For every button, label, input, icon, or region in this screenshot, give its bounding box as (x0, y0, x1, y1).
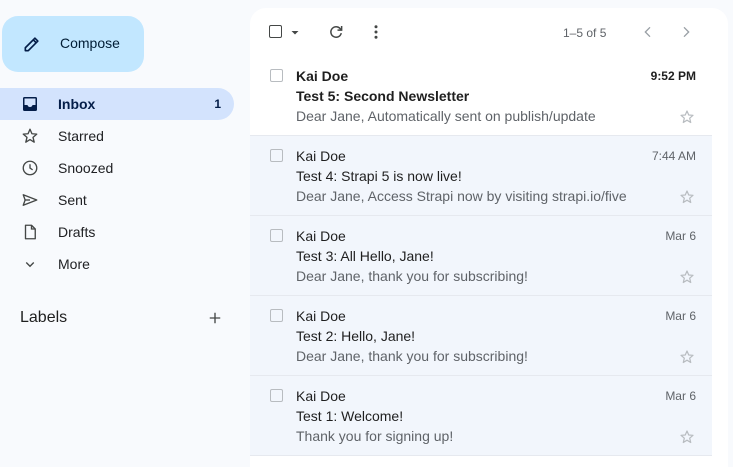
inbox-icon (23, 97, 37, 111)
snippet: Dear Jane, thank you for subscribing! (296, 268, 528, 284)
sender: Kai Doe (296, 228, 346, 244)
pencil-icon (24, 37, 39, 52)
snippet: Dear Jane, Access Strapi now by visiting… (296, 188, 627, 204)
date: Mar 6 (665, 389, 696, 403)
send-icon (22, 194, 38, 206)
sidebar-item-inbox[interactable]: Inbox 1 (0, 88, 234, 120)
message-row[interactable]: Kai Doe Mar 6 Test 1: Welcome! Thank you… (250, 376, 712, 456)
select-all-checkbox[interactable] (269, 25, 282, 38)
sidebar-item-snoozed[interactable]: Snoozed (0, 152, 234, 184)
sidebar-item-label: Sent (58, 192, 87, 208)
row-checkbox[interactable] (270, 149, 283, 162)
sidebar-item-starred[interactable]: Starred (0, 120, 234, 152)
message-row[interactable]: Kai Doe Mar 6 Test 2: Hello, Jane! Dear … (250, 296, 712, 376)
sidebar-item-label: Starred (58, 128, 104, 144)
sender: Kai Doe (296, 308, 346, 324)
snippet: Dear Jane, thank you for subscribing! (296, 348, 528, 364)
message-row[interactable]: Kai Doe Mar 6 Test 3: All Hello, Jane! D… (250, 216, 712, 296)
sender: Kai Doe (296, 68, 349, 84)
snippet: Dear Jane, Automatically sent on publish… (296, 108, 596, 124)
message-row[interactable]: Kai Doe 7:44 AM Test 4: Strapi 5 is now … (250, 136, 712, 216)
sidebar-item-drafts[interactable]: Drafts (0, 216, 234, 248)
star-icon[interactable] (679, 109, 695, 125)
unread-count: 1 (214, 97, 221, 111)
row-checkbox[interactable] (270, 309, 283, 322)
compose-label: Compose (60, 35, 120, 51)
compose-button[interactable]: Compose (2, 16, 144, 72)
plus-icon[interactable] (206, 309, 224, 327)
star-icon[interactable] (679, 189, 695, 205)
clock-icon (22, 160, 38, 176)
toolbar: 1–5 of 5 (250, 8, 728, 56)
date: Mar 6 (665, 309, 696, 323)
message-panel: 1–5 of 5 Kai Doe 9:52 PM Test 5: Second … (250, 8, 728, 467)
date: 9:52 PM (650, 69, 696, 83)
row-checkbox[interactable] (270, 229, 283, 242)
subject: Test 1: Welcome! (296, 408, 404, 424)
labels-section: Labels (20, 308, 228, 330)
chevron-right-icon[interactable] (678, 24, 694, 40)
subject: Test 4: Strapi 5 is now live! (296, 168, 462, 184)
sidebar-item-label: Inbox (58, 96, 96, 112)
sidebar: Compose Inbox 1 Starred Snoozed Sent Dra… (0, 0, 248, 467)
chevron-down-icon (25, 262, 35, 268)
subject: Test 2: Hello, Jane! (296, 328, 416, 344)
chevron-left-icon[interactable] (640, 24, 656, 40)
star-icon[interactable] (679, 269, 695, 285)
row-checkbox[interactable] (270, 389, 283, 402)
message-list: Kai Doe 9:52 PM Test 5: Second Newslette… (250, 56, 712, 456)
star-icon[interactable] (679, 429, 695, 445)
sidebar-item-sent[interactable]: Sent (0, 184, 234, 216)
date: 7:44 AM (651, 149, 696, 163)
star-icon[interactable] (679, 349, 695, 365)
sender: Kai Doe (296, 148, 346, 164)
message-row[interactable]: Kai Doe 9:52 PM Test 5: Second Newslette… (250, 56, 712, 136)
draft-icon (24, 224, 36, 240)
sidebar-item-label: Drafts (58, 224, 96, 240)
pagination-text: 1–5 of 5 (563, 26, 607, 40)
more-vert-icon[interactable] (367, 23, 385, 41)
snippet: Thank you for signing up! (296, 428, 454, 444)
labels-title: Labels (20, 309, 68, 326)
refresh-icon[interactable] (327, 23, 345, 41)
checkbox-icon (269, 25, 282, 38)
subject: Test 5: Second Newsletter (296, 88, 470, 104)
star-icon (22, 128, 38, 143)
nav-list: Inbox 1 Starred Snoozed Sent Drafts More (0, 88, 234, 280)
sender: Kai Doe (296, 388, 346, 404)
date: Mar 6 (665, 229, 696, 243)
select-dropdown-icon[interactable] (290, 28, 300, 38)
row-checkbox[interactable] (270, 69, 283, 82)
sidebar-item-label: More (58, 256, 90, 272)
subject: Test 3: All Hello, Jane! (296, 248, 434, 264)
sidebar-item-more[interactable]: More (0, 248, 234, 280)
sidebar-item-label: Snoozed (58, 160, 114, 176)
